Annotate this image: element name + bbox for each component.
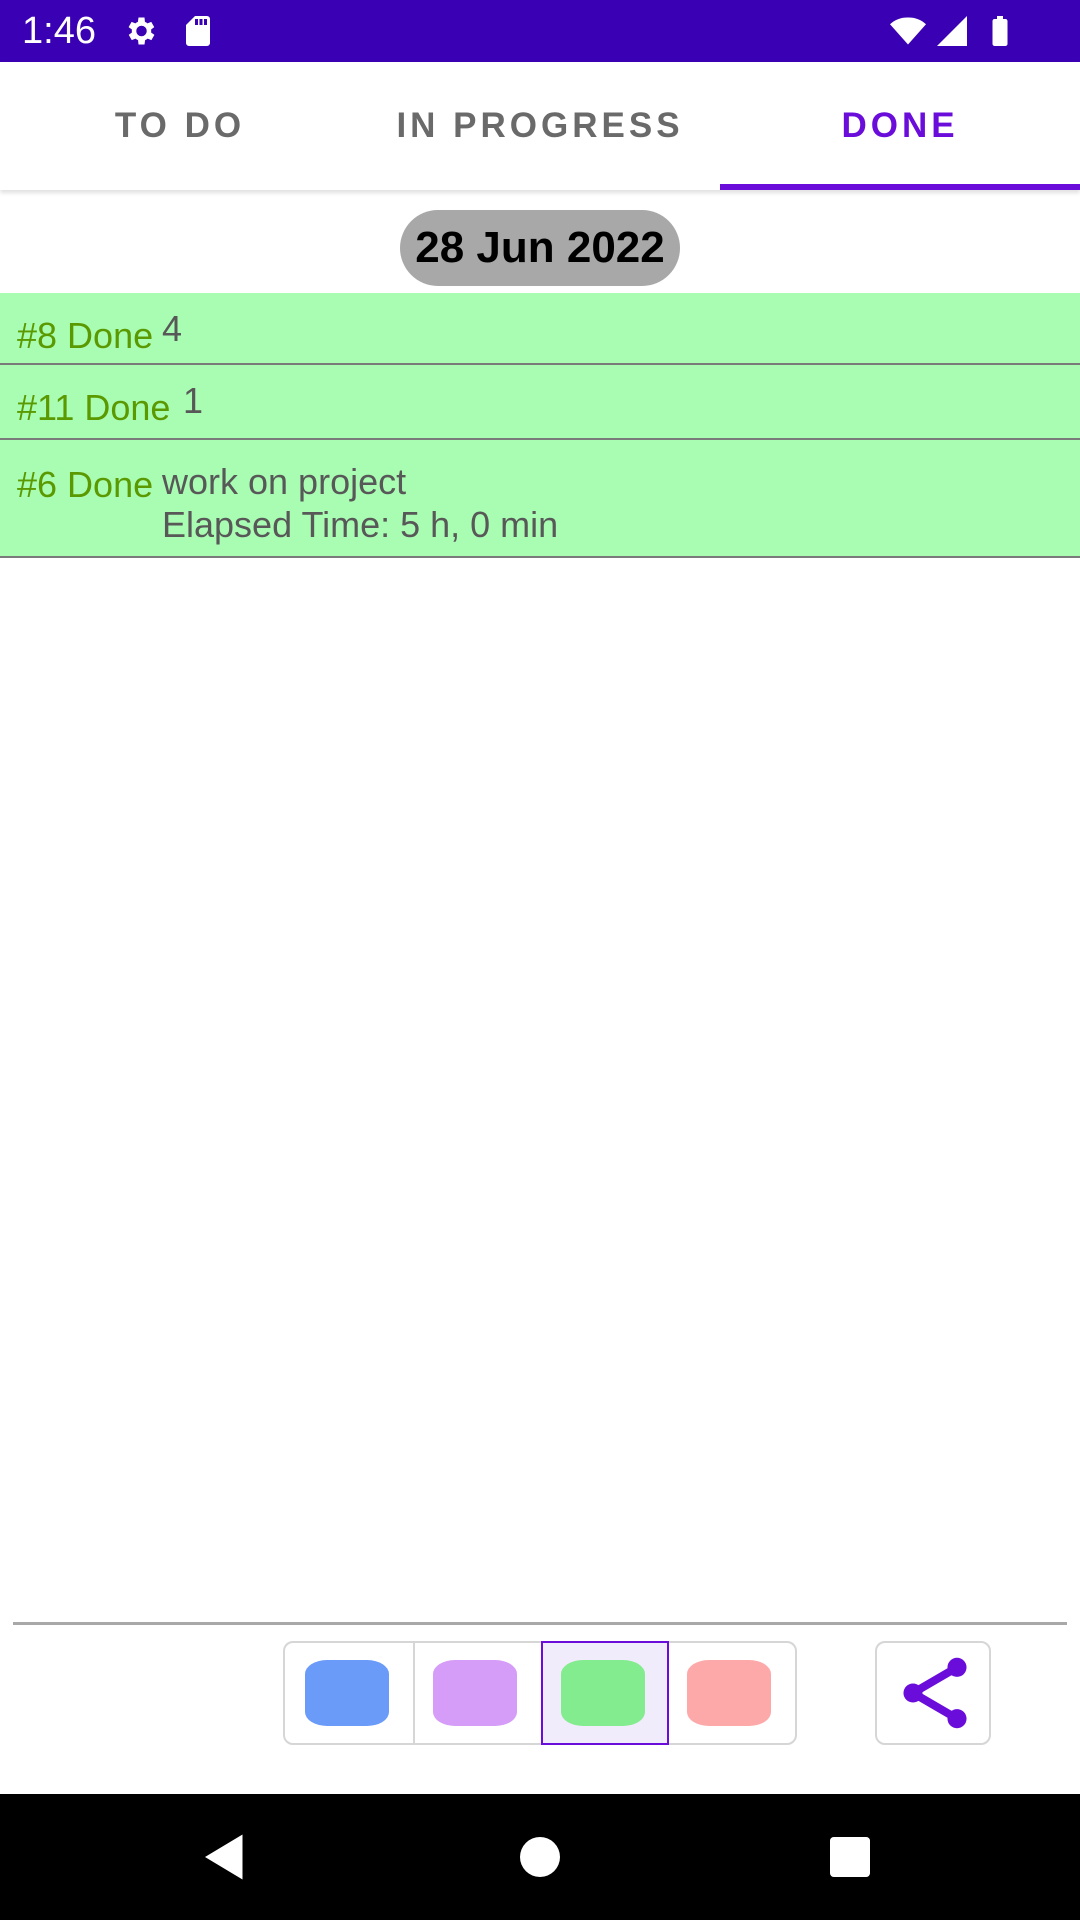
- task-id-status: #8 Done: [17, 315, 154, 356]
- navigation-bar: [0, 1794, 1080, 1920]
- color-option-blue[interactable]: [285, 1643, 413, 1743]
- task-row[interactable]: #6 Done work on project Elapsed Time: 5 …: [0, 440, 1080, 558]
- wifi-icon: [888, 13, 928, 49]
- gear-icon: [122, 13, 158, 49]
- color-option-purple[interactable]: [413, 1643, 541, 1743]
- tab-to-do[interactable]: TO DO: [0, 62, 360, 190]
- task-text: 1: [183, 380, 204, 421]
- task-text: work on project: [162, 461, 407, 502]
- task-id-status: #6 Done: [17, 464, 154, 505]
- task-row[interactable]: #11 Done 1: [0, 365, 1080, 440]
- home-icon[interactable]: [510, 1827, 570, 1887]
- color-swatch: [305, 1660, 389, 1726]
- color-picker: [283, 1641, 797, 1745]
- task-elapsed-time: Elapsed Time: 5 h, 0 min: [162, 504, 559, 545]
- status-bar: 1:46: [0, 0, 1080, 62]
- screen: 1:46 TO DO IN PROGRESS DONE 28 Jun 2022 …: [0, 0, 1080, 1920]
- tab-done[interactable]: DONE: [720, 62, 1080, 190]
- color-swatch: [433, 1660, 517, 1726]
- sd-card-icon: [180, 13, 216, 49]
- share-button[interactable]: [875, 1641, 991, 1745]
- task-text: 4: [162, 308, 183, 349]
- color-option-green[interactable]: [541, 1641, 669, 1745]
- recents-icon[interactable]: [820, 1827, 880, 1887]
- active-tab-indicator: [720, 184, 1080, 190]
- back-icon[interactable]: [195, 1827, 255, 1887]
- color-option-red[interactable]: [669, 1643, 797, 1743]
- tab-in-progress[interactable]: IN PROGRESS: [360, 62, 720, 190]
- share-icon: [903, 1657, 967, 1729]
- task-id-status: #11 Done: [17, 387, 171, 428]
- color-swatch: [687, 1660, 771, 1726]
- status-time: 1:46: [22, 10, 96, 52]
- date-header: 28 Jun 2022: [400, 210, 680, 286]
- cell-signal-icon: [934, 13, 970, 49]
- tab-bar: TO DO IN PROGRESS DONE: [0, 62, 1080, 190]
- color-swatch: [561, 1660, 645, 1726]
- toolbar-divider: [13, 1622, 1067, 1625]
- task-row[interactable]: #8 Done 4: [0, 293, 1080, 365]
- battery-icon: [982, 13, 1018, 49]
